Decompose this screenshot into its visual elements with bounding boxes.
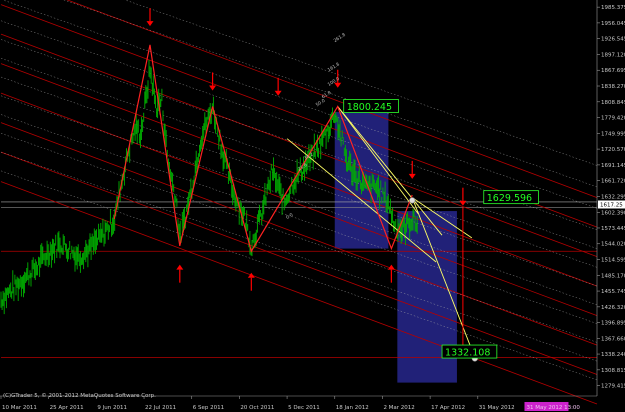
y-tick-label-11: 1691.145 (601, 163, 625, 169)
y-tick-label-19: 1455.745 (601, 289, 625, 295)
price-label-2: 1629.596 (483, 190, 539, 204)
y-tick-label-17: 1514.595 (601, 258, 625, 264)
price-chart: 1800.2451629.5961332.108 261.8161.8100.0… (0, 0, 625, 412)
y-tick-label-5: 1867.695 (601, 68, 625, 74)
y-tick-label-10: 1720.570 (601, 147, 625, 153)
target-dot-1 (409, 197, 416, 204)
y-tick-label-15: 1573.445 (601, 226, 625, 232)
x-tick-label-6: 20 Oct 2011 (240, 405, 274, 411)
x-tick-label-7: 5 Dec 2011 (288, 405, 320, 411)
price-label-text: 1800.245 (347, 102, 392, 113)
y-tick-label-23: 1338.240 (601, 352, 625, 358)
y-tick-label-1: 1985.375 (601, 5, 625, 11)
y-tick-label-4: 1897.120 (601, 52, 625, 58)
x-tick-label-9: 2 Mar 2012 (383, 405, 414, 411)
x-tick-label-5: 6 Sep 2011 (193, 405, 224, 411)
y-tick-label-24: 1308.815 (601, 368, 625, 374)
x-tick-label-10: 17 Apr 2012 (431, 405, 465, 411)
x-tick-label-8: 18 Jan 2012 (336, 405, 369, 411)
y-tick-label-25: 1279.415 (601, 384, 625, 390)
y-tick-label-20: 1426.320 (601, 305, 625, 311)
y-tick-label-22: 1367.660 (601, 336, 625, 342)
current-price-label: 1617.25 (600, 202, 623, 208)
y-tick-label-6: 1838.270 (601, 84, 625, 90)
y-tick-label-9: 1749.995 (601, 131, 625, 137)
y-tick-label-13: 1632.295 (601, 194, 625, 200)
x-tick-label-11: 31 May 2012 (479, 405, 515, 411)
time-marker-label: 31 May 2012 13:00 (526, 405, 580, 411)
price-label-text: 1332.108 (445, 348, 490, 359)
y-tick-label-18: 1485.170 (601, 273, 625, 279)
y-tick-label-12: 1661.720 (601, 179, 625, 185)
price-label-1: 1800.245 (343, 99, 399, 113)
y-tick-label-14: 1602.390 (601, 210, 625, 216)
y-tick-label-21: 1396.895 (601, 321, 625, 327)
x-tick-label-4: 22 Jul 2011 (145, 405, 176, 411)
price-label-text: 1629.596 (487, 193, 532, 204)
y-tick-label-7: 1808.845 (601, 100, 625, 106)
price-label-3: 1332.108 (441, 344, 498, 359)
y-tick-label-3: 1926.545 (601, 37, 625, 43)
credit-text: (C)GTrader 5, © 2001-2012 MetaQuotes Sof… (3, 392, 156, 399)
y-tick-label-8: 1779.420 (601, 116, 625, 122)
x-tick-label-2: 25 Apr 2011 (50, 405, 84, 411)
x-tick-label-1: 10 Mar 2011 (2, 405, 37, 411)
y-tick-label-16: 1544.020 (601, 242, 625, 248)
x-tick-label-3: 9 Jun 2011 (97, 405, 127, 411)
y-tick-label-2: 1956.045 (601, 21, 625, 27)
